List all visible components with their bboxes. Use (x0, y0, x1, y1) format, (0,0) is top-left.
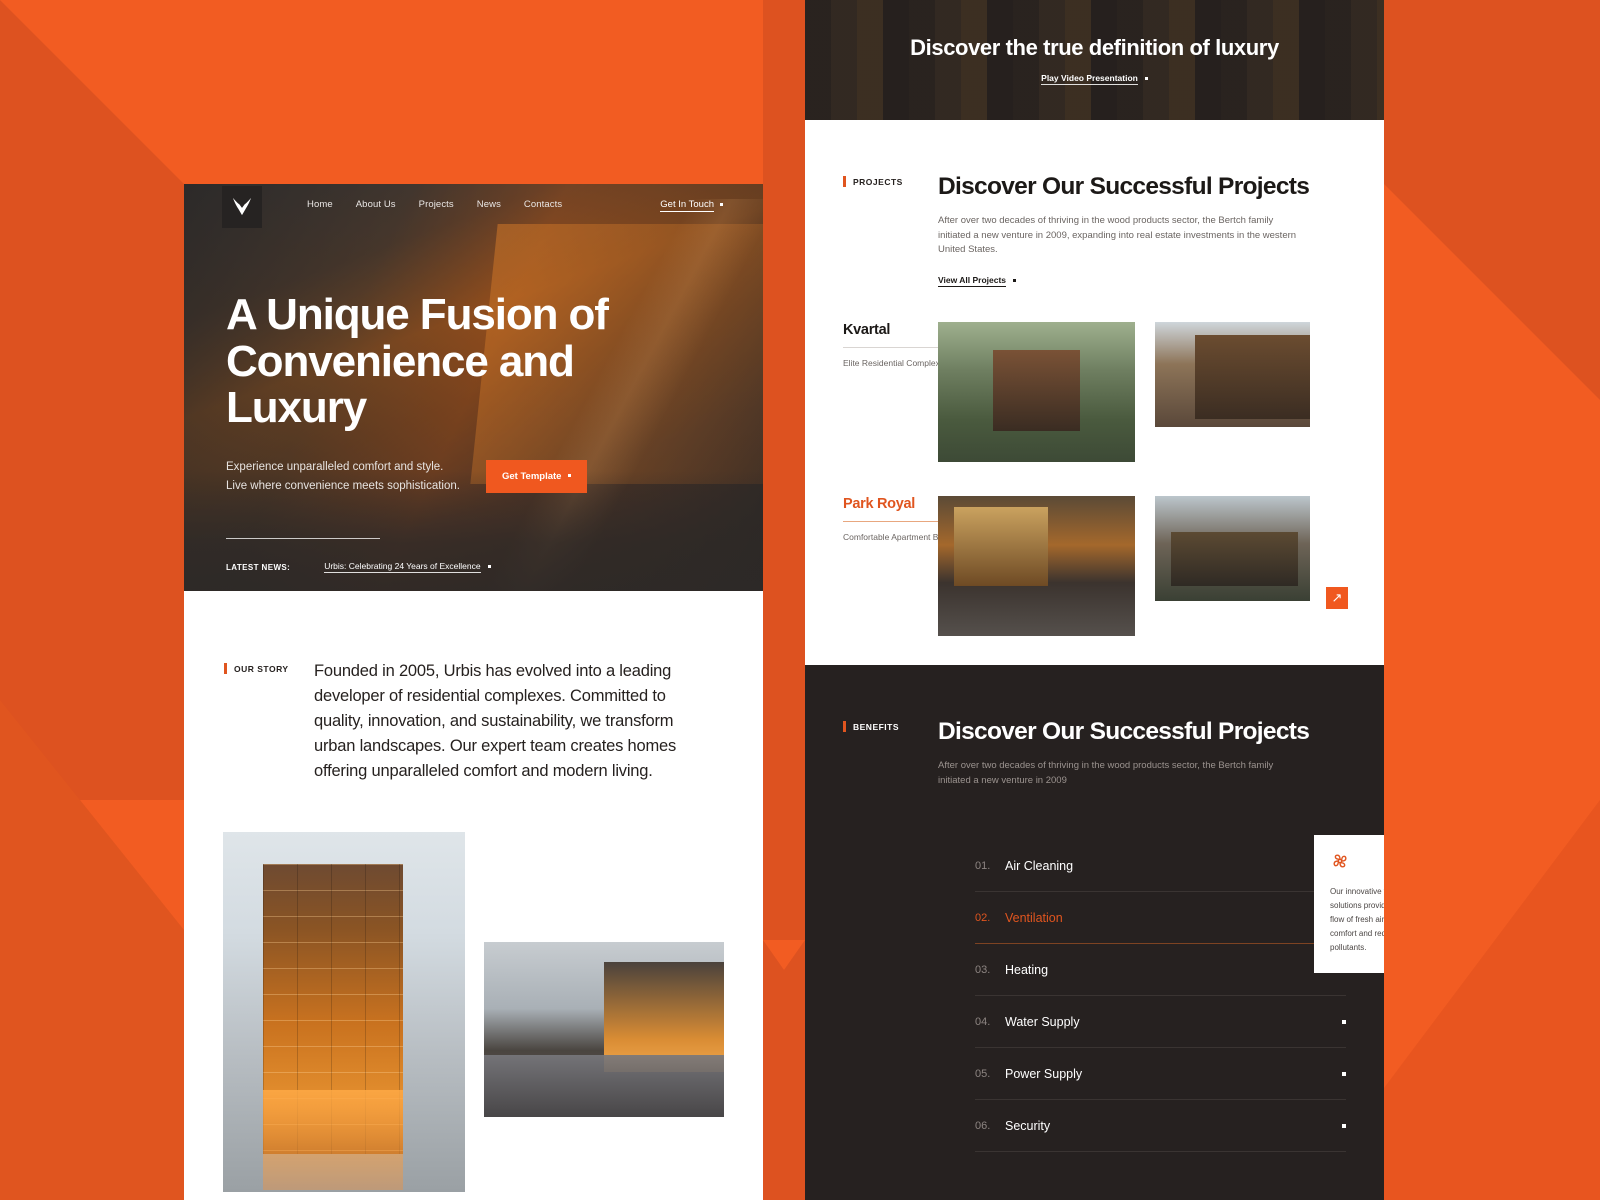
latest-news-headline: Urbis: Celebrating 24 Years of Excellenc… (324, 561, 481, 573)
project-name-park-royal: Park Royal (843, 496, 915, 513)
benefit-label: Water Supply (1005, 1014, 1080, 1029)
benefit-item-power-supply[interactable]: 05. Power Supply (975, 1048, 1346, 1101)
benefit-number: 01. (975, 859, 991, 872)
story-image-wide (484, 942, 724, 1118)
square-bullet-icon (720, 203, 723, 206)
benefit-item-ventilation[interactable]: 02. Ventilation (975, 892, 1346, 945)
square-bullet-icon (487, 564, 491, 568)
eyebrow-bar-icon (843, 721, 846, 732)
eyebrow-bar-icon (843, 176, 846, 187)
benefit-bullet (1342, 1123, 1346, 1128)
get-template-label: Get Template (501, 471, 562, 483)
project-name-kvartal: Kvartal (843, 322, 891, 339)
background-center-band (763, 0, 805, 1200)
projects-eyebrow: PROJECTS (843, 176, 938, 187)
hero-subtitle-line-2: Live where convenience meets sophisticat… (226, 479, 460, 492)
hero-cta-row: Experience unparalleled comfort and styl… (226, 458, 763, 496)
hero-title: A Unique Fusion of Convenience and Luxur… (226, 290, 609, 433)
projects-eyebrow-label: PROJECTS (853, 176, 903, 187)
benefit-label: Air Cleaning (1005, 858, 1074, 873)
fan-ventilation-icon (1333, 854, 1347, 868)
project-thumbnail-secondary[interactable] (1155, 322, 1310, 428)
nav-item-home[interactable]: Home (307, 199, 333, 210)
our-story-eyebrow-label: OUR STORY (234, 663, 289, 674)
nav-item-news[interactable]: News (477, 199, 501, 210)
project-thumbnail-primary[interactable] (938, 496, 1135, 637)
get-in-touch-button[interactable]: Get In Touch (660, 199, 723, 212)
benefit-label: Heating (1005, 962, 1049, 977)
benefit-label: Security (1005, 1118, 1051, 1133)
ventilation-tooltip-text: Our innovative ventilation solutions pro… (1330, 887, 1384, 953)
square-bullet-icon (1342, 1071, 1346, 1076)
site-logo[interactable] (222, 186, 262, 228)
view-all-projects-link[interactable]: View All Projects (938, 275, 1017, 288)
benefit-item-air-cleaning[interactable]: 01. Air Cleaning (975, 840, 1346, 893)
latest-news-bar: LATEST NEWS: Urbis: Celebrating 24 Years… (226, 538, 721, 573)
play-video-label: Play Video Presentation (1041, 73, 1138, 85)
story-image-group (184, 832, 763, 1200)
benefits-heading: Discover Our Successful Projects (938, 718, 1310, 745)
hero-section: Home About Us Projects News Contacts Get… (184, 184, 763, 591)
hero-subtitle: Experience unparalleled comfort and styl… (226, 458, 460, 496)
projects-paragraph: After over two decades of thriving in th… (938, 215, 1297, 256)
square-bullet-icon (1144, 76, 1148, 80)
benefit-number: 05. (975, 1067, 991, 1080)
nav-item-projects[interactable]: Projects (419, 199, 454, 210)
project-thumbnail-secondary[interactable] (1155, 496, 1310, 602)
site-navbar: Home About Us Projects News Contacts Get… (184, 184, 763, 232)
get-template-button[interactable]: Get Template (485, 460, 588, 494)
luxury-banner-title: Discover the true definition of luxury (910, 35, 1279, 60)
benefits-paragraph: After over two decades of thriving in th… (938, 760, 1274, 786)
benefit-label: Ventilation (1005, 910, 1063, 925)
water-reflection (484, 1055, 724, 1118)
latest-news-label: LATEST NEWS: (226, 562, 291, 572)
benefit-number: 06. (975, 1119, 991, 1132)
get-in-touch-label: Get In Touch (660, 199, 714, 212)
benefit-label: Power Supply (1005, 1066, 1083, 1081)
benefits-eyebrow: BENEFITS (843, 721, 938, 732)
benefit-item-heating[interactable]: 03. Heating (975, 944, 1346, 997)
project-thumbnail-primary[interactable] (938, 322, 1135, 463)
square-bullet-icon (1013, 278, 1017, 282)
our-story-body: Founded in 2005, Urbis has evolved into … (314, 662, 677, 781)
project-divider (843, 521, 952, 523)
our-story-section: OUR STORY Founded in 2005, Urbis has evo… (184, 591, 763, 784)
arrow-up-right-icon[interactable]: ↗ (1326, 587, 1348, 609)
benefit-number: 04. (975, 1015, 991, 1028)
project-row-park-royal[interactable]: Park Royal Comfortable Apartment Buildin (805, 496, 1384, 637)
nav-item-contacts[interactable]: Contacts (524, 199, 562, 210)
eyebrow-bar-icon (224, 663, 227, 674)
luxury-banner: Discover the true definition of luxury P… (805, 0, 1384, 120)
tower-glow (263, 1090, 403, 1191)
nav-item-about-us[interactable]: About Us (356, 199, 396, 210)
benefits-section: BENEFITS Discover Our Successful Project… (805, 665, 1384, 1200)
project-divider (843, 347, 952, 349)
square-bullet-icon (1342, 1123, 1346, 1128)
shield-mask-logo-icon (232, 197, 252, 216)
benefits-list: 01. Air Cleaning 02. Ventilation 03. Hea… (975, 835, 1384, 1153)
play-video-link[interactable]: Play Video Presentation (1041, 73, 1148, 85)
nav-links: Home About Us Projects News Contacts (307, 199, 562, 210)
square-bullet-icon (1342, 1019, 1346, 1024)
square-bullet-icon (568, 474, 572, 478)
benefit-item-security[interactable]: 06. Security (975, 1100, 1346, 1153)
benefit-bullet (1342, 1071, 1346, 1076)
projects-section: PROJECTS Discover Our Successful Project… (805, 120, 1384, 665)
benefit-bullet (1342, 1019, 1346, 1024)
story-image-tall (223, 832, 465, 1193)
hero-subtitle-line-1: Experience unparalleled comfort and styl… (226, 460, 444, 473)
benefits-eyebrow-label: BENEFITS (853, 721, 900, 732)
left-page-preview: Home About Us Projects News Contacts Get… (184, 184, 763, 1200)
benefit-item-water-supply[interactable]: 04. Water Supply (975, 996, 1346, 1049)
projects-heading: Discover Our Successful Projects (938, 173, 1310, 200)
view-all-projects-label: View All Projects (938, 275, 1007, 288)
our-story-eyebrow: OUR STORY (224, 663, 314, 674)
benefit-number: 02. (975, 911, 991, 924)
news-divider (226, 538, 380, 539)
benefit-number: 03. (975, 963, 991, 976)
ventilation-tooltip-card: Our innovative ventilation solutions pro… (1314, 835, 1384, 974)
latest-news-link[interactable]: Urbis: Celebrating 24 Years of Excellenc… (324, 561, 491, 573)
right-page-preview: Discover the true definition of luxury P… (805, 0, 1384, 1200)
project-row-kvartal[interactable]: Kvartal Elite Residential Complex (805, 322, 1384, 463)
